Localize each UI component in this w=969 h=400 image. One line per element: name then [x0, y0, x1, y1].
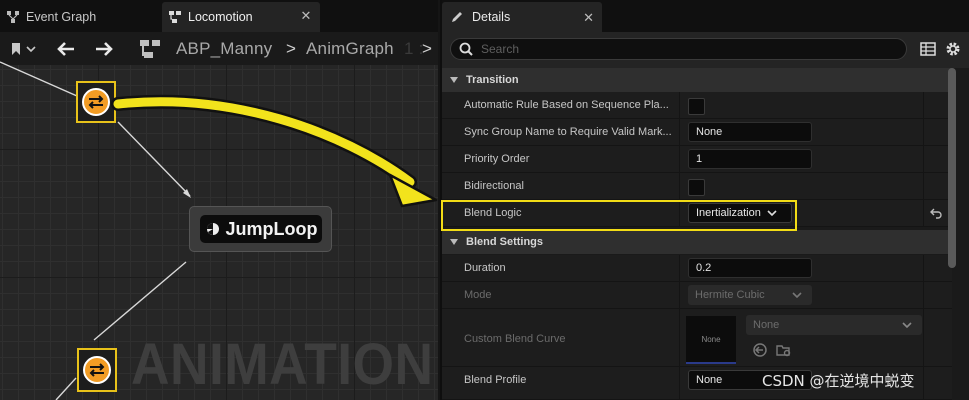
annotation-arrow — [111, 94, 438, 208]
csdn-watermark: CSDN @在逆境中蜕变 — [762, 372, 915, 390]
